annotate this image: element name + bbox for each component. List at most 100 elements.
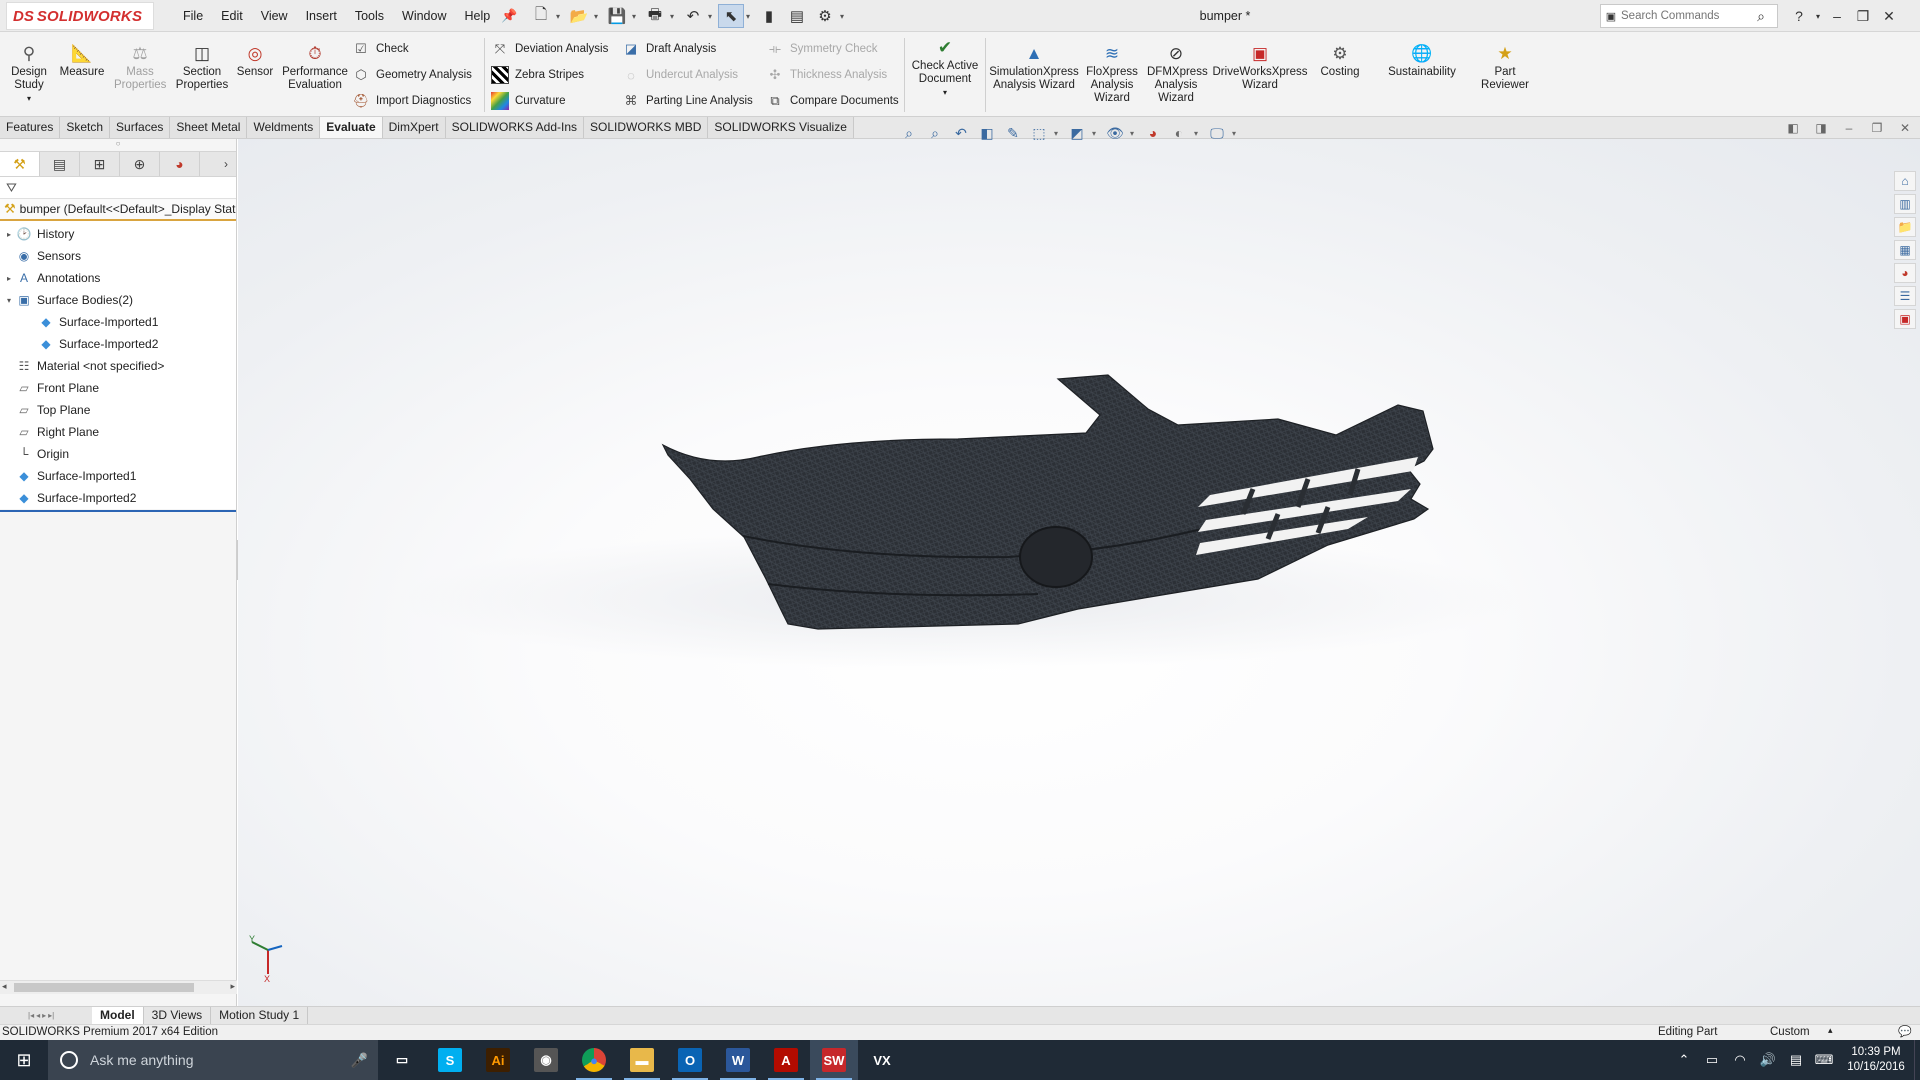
thickness-analysis-button[interactable]: ✣ Thickness Analysis [766, 65, 888, 85]
microphone-icon[interactable]: 🎤 [351, 1052, 368, 1069]
draft-analysis-button[interactable]: ◪ Draft Analysis [622, 39, 716, 59]
doc-minimize-icon[interactable]: – [1836, 121, 1862, 135]
design-library-icon[interactable]: ▥ [1894, 194, 1916, 214]
menu-edit[interactable]: Edit [212, 0, 252, 32]
part-reviewer-button[interactable]: ★ Part Reviewer [1476, 42, 1534, 92]
help-icon[interactable]: ? [1786, 8, 1812, 24]
last-tab-icon[interactable]: ▸| [48, 1011, 54, 1020]
dfmxpress-button[interactable]: ⊘ DFMXpress Analysis Wizard [1146, 42, 1208, 105]
tree-item[interactable]: └ Origin [0, 443, 236, 465]
chevron-down-icon[interactable]: ▾ [27, 92, 31, 105]
view-settings-icon[interactable]: 🖵 [1206, 122, 1228, 144]
units-selector[interactable]: Custom [1770, 1026, 1810, 1038]
deviation-analysis-button[interactable]: ⤧ Deviation Analysis [491, 39, 609, 59]
camera-taskbar-button[interactable]: ◉ [522, 1040, 570, 1080]
tab-sketch[interactable]: Sketch [60, 117, 111, 138]
menu-help[interactable]: Help [456, 0, 500, 32]
check-button[interactable]: ☑ Check [352, 39, 408, 59]
tile-right-icon[interactable]: ◨ [1808, 121, 1834, 135]
dynamic-annotation-icon[interactable]: ✎ [1002, 122, 1024, 144]
word-taskbar-button[interactable]: W [714, 1040, 762, 1080]
acrobat-taskbar-button[interactable]: A [762, 1040, 810, 1080]
new-document-icon[interactable]: 🗋 [528, 4, 554, 28]
symmetry-check-button[interactable]: ⟛ Symmetry Check [766, 39, 877, 59]
action-center-icon[interactable]: ▤ [1782, 1052, 1810, 1068]
tab-sheet-metal[interactable]: Sheet Metal [170, 117, 248, 138]
solidworks-logo[interactable]: DS SOLIDWORKS [6, 2, 154, 30]
check-active-document-button[interactable]: ✔ Check Active Document ▾ [910, 36, 980, 99]
pin-icon[interactable]: 📌 [499, 8, 519, 24]
next-tab-icon[interactable]: ▸ [42, 1011, 46, 1020]
configuration-manager-icon[interactable]: ⊞ [80, 152, 120, 176]
dimxpert-manager-icon[interactable]: ⊕ [120, 152, 160, 176]
skype-taskbar-button[interactable]: S [426, 1040, 474, 1080]
edit-appearance-icon[interactable]: ◕ [1142, 122, 1164, 144]
tree-item[interactable]: ◆ Surface-Imported2 [0, 487, 236, 509]
chevron-up-icon[interactable]: ▴ [1828, 1025, 1833, 1036]
solidworks-taskbar-button[interactable]: SW [810, 1040, 858, 1080]
tab-solidworks-addins[interactable]: SOLIDWORKS Add-Ins [445, 117, 585, 138]
file-explorer-taskbar-button[interactable]: ▬ [618, 1040, 666, 1080]
chevron-down-icon[interactable]: ▾ [1232, 129, 1240, 138]
doc-close-icon[interactable]: ✕ [1892, 121, 1918, 135]
section-properties-button[interactable]: ◫ Section Properties [174, 42, 230, 92]
keyboard-icon[interactable]: ⌨ [1810, 1052, 1838, 1068]
menu-tools[interactable]: Tools [346, 0, 393, 32]
first-tab-icon[interactable]: |◂ [28, 1011, 34, 1020]
outlook-taskbar-button[interactable]: O [666, 1040, 714, 1080]
chevron-down-icon[interactable]: ▾ [943, 86, 947, 99]
costing-button[interactable]: ⚙ Costing [1316, 42, 1364, 79]
horizontal-scrollbar[interactable]: ◂ ▸ [0, 980, 237, 994]
scroll-right-icon[interactable]: ▸ [230, 981, 235, 992]
view-orientation-icon[interactable]: ⬚ [1028, 122, 1050, 144]
chevron-down-icon[interactable]: ▾ [556, 12, 564, 21]
minimize-icon[interactable]: – [1824, 8, 1850, 24]
tab-model[interactable]: Model [92, 1007, 144, 1024]
tab-solidworks-visualize[interactable]: SOLIDWORKS Visualize [708, 117, 854, 138]
show-hidden-icons-icon[interactable]: ⌃ [1670, 1052, 1698, 1068]
driveworksxpress-button[interactable]: ▣ DriveWorksXpress Wizard [1212, 42, 1308, 92]
display-style-icon[interactable]: ◩ [1066, 122, 1088, 144]
undo-icon[interactable]: ↶ [680, 4, 706, 28]
chevron-down-icon[interactable]: ▾ [708, 12, 716, 21]
feature-tree-root[interactable]: ⚒ bumper (Default<<Default>_Display Stat… [0, 199, 236, 221]
print-icon[interactable]: 🖶 [642, 4, 668, 28]
tree-item[interactable]: ▸ A Annotations [0, 267, 236, 289]
doc-restore-icon[interactable]: ❐ [1864, 121, 1890, 135]
bumper-model[interactable] [238, 139, 1920, 1006]
tile-left-icon[interactable]: ◧ [1780, 121, 1806, 135]
tree-item[interactable]: ◆ Surface-Imported1 [0, 311, 236, 333]
property-manager-icon[interactable]: ▤ [40, 152, 80, 176]
panel-drag-handle[interactable]: ○ [0, 139, 236, 151]
wifi-icon[interactable]: ◠ [1726, 1052, 1754, 1068]
scrollbar-thumb[interactable] [14, 983, 194, 992]
chevron-down-icon[interactable]: ▾ [1812, 12, 1824, 21]
display-manager-icon[interactable]: ◕ [160, 152, 200, 176]
chevron-down-icon[interactable]: ▾ [840, 12, 848, 21]
chrome-taskbar-button[interactable]: ● [570, 1040, 618, 1080]
chevron-down-icon[interactable]: ▾ [1092, 129, 1100, 138]
battery-icon[interactable]: ▭ [1698, 1052, 1726, 1068]
solidworks-forum-icon[interactable]: ▣ [1894, 309, 1916, 329]
tree-item[interactable]: ▱ Right Plane [0, 421, 236, 443]
measure-button[interactable]: 📐 Measure [58, 42, 106, 79]
chevron-down-icon[interactable]: ▾ [1130, 129, 1138, 138]
appearances-icon[interactable]: ◕ [1894, 263, 1916, 283]
search-commands-box[interactable]: ▣ ⌕ [1600, 4, 1778, 28]
tree-item[interactable]: ▾ ▣ Surface Bodies(2) [0, 289, 236, 311]
solidworks-resources-icon[interactable]: ⌂ [1894, 171, 1916, 191]
tree-item[interactable]: ◆ Surface-Imported2 [0, 333, 236, 355]
chevron-right-icon[interactable]: › [216, 157, 236, 171]
cortana-search-box[interactable]: Ask me anything 🎤 [48, 1040, 378, 1080]
filter-icon[interactable]: ⛛ [0, 177, 236, 199]
close-icon[interactable]: ✕ [1876, 8, 1902, 25]
previous-view-icon[interactable]: ↶ [950, 122, 972, 144]
chevron-down-icon[interactable]: ▾ [746, 12, 754, 21]
restore-icon[interactable]: ❐ [1850, 8, 1876, 25]
tree-item[interactable]: ▱ Top Plane [0, 399, 236, 421]
compare-documents-button[interactable]: ⧉ Compare Documents [766, 91, 898, 111]
import-diagnostics-button[interactable]: ⛑ Import Diagnostics [352, 91, 472, 111]
tree-item[interactable]: ◉ Sensors [0, 245, 236, 267]
zoom-to-fit-icon[interactable]: ⌕ [898, 122, 920, 144]
prev-tab-icon[interactable]: ◂ [36, 1011, 40, 1020]
